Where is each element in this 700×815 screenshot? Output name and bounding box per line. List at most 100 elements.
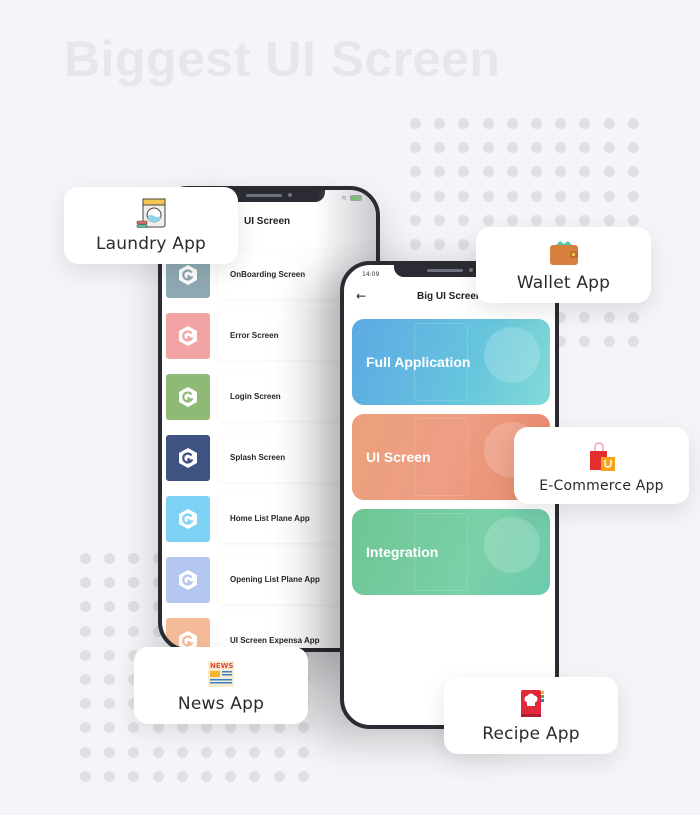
dot [555,214,567,226]
dot [482,118,494,129]
dot [128,553,140,564]
dot [434,214,446,226]
dot [603,166,615,178]
dot [128,601,140,613]
dot [627,118,639,129]
dot [128,746,140,758]
badge-news-app: NEWS News App [134,647,308,724]
page-headline: Biggest UI Screen [64,31,501,87]
newspaper-icon: NEWS [208,661,234,687]
dot [458,166,470,178]
dot [579,214,591,226]
dot [603,142,615,154]
dot [249,770,261,782]
washing-machine-icon [136,198,166,228]
card-label: Integration [366,544,439,560]
dot [128,625,140,637]
dot [434,166,446,178]
dot [530,142,542,154]
dot [530,118,542,129]
arrow-left-icon[interactable]: ← [356,289,366,303]
dot [603,214,615,226]
screen-title: Big UI Screen [417,291,483,302]
app-logo-icon [179,386,197,407]
app-logo-icon [179,508,197,529]
wallet-icon [549,241,578,265]
badge-ecommerce-app: E-Commerce App [514,427,689,504]
dot [80,673,91,685]
dot [249,746,261,758]
dot [434,118,446,129]
app-logo-icon [179,569,197,590]
dot [104,770,116,782]
svg-text:NEWS: NEWS [210,662,233,670]
badge-laundry-app: Laundry App [64,187,238,264]
battery-icon [350,195,362,201]
app-logo-icon [179,325,197,346]
dot [273,770,285,782]
dot [603,118,615,129]
dot [579,311,591,323]
item-thumbnail [166,373,210,420]
dot [104,577,116,589]
dot [104,553,116,564]
dot [579,118,591,129]
badge-label: News App [177,694,265,714]
app-logo-icon [179,447,197,468]
dot [80,601,91,613]
dot [128,577,140,589]
item-label: Home List Plane App [230,514,310,523]
dot [80,577,91,589]
badge-recipe-app: Recipe App [444,677,618,754]
dot [152,746,164,758]
dot [579,166,591,178]
dot [297,722,309,734]
card-full-application[interactable]: Full Application [352,319,550,405]
dot [627,190,639,202]
card-integration[interactable]: Integration [352,509,550,595]
dot [555,118,567,129]
dot [152,770,164,782]
card-label: UI Screen [366,449,431,465]
dot [410,118,421,129]
dot [434,238,446,250]
dot [627,142,639,154]
dot [225,770,237,782]
dot [80,553,91,564]
dot [104,625,116,637]
dot [176,770,188,782]
badge-label: Laundry App [95,234,207,254]
dot [603,311,615,323]
status-time: 14:09 [362,271,380,278]
dot [530,166,542,178]
badge-label: Recipe App [482,724,580,744]
dot [104,649,116,661]
card-label: Full Application [366,354,471,370]
dot [104,601,116,613]
dot [458,190,470,202]
dot [458,238,470,250]
dot [627,311,639,323]
badge-wallet-app: Wallet App [476,227,651,303]
dot [80,722,91,734]
dot [200,746,212,758]
dot [506,142,518,154]
dot [458,142,470,154]
dot [200,770,212,782]
dot [434,190,446,202]
item-thumbnail [166,312,210,359]
dot [627,214,639,226]
dot [128,770,140,782]
dot [297,746,309,758]
dot [458,214,470,226]
item-label: Splash Screen [230,453,286,462]
dot [627,166,639,178]
dot [80,770,91,782]
dot [458,118,470,129]
dot [555,142,567,154]
status-bar: ≋ [341,194,362,202]
dot [410,166,421,178]
dot [506,166,518,178]
dot [410,190,421,202]
dot [104,746,116,758]
